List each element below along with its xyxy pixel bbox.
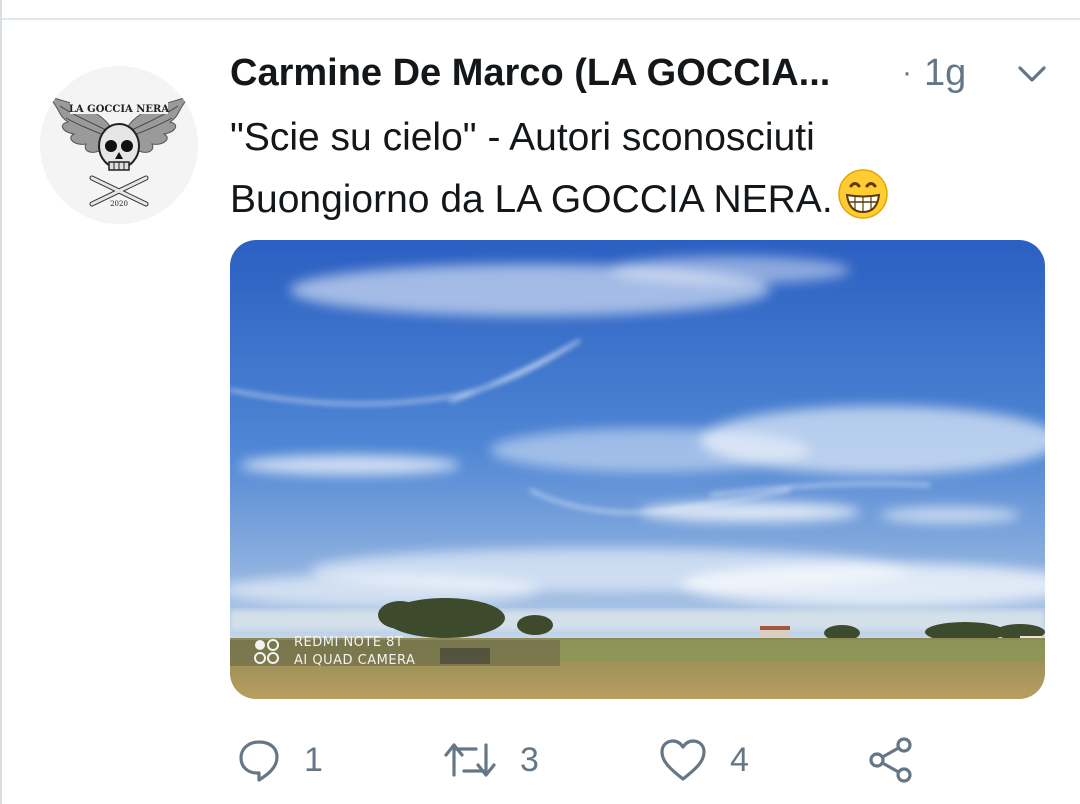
camera-logo-icon bbox=[254, 639, 279, 664]
share-icon bbox=[869, 737, 912, 783]
avatar[interactable]: LA GOCCIA NERA 2020 bbox=[40, 66, 198, 224]
heart-icon bbox=[660, 739, 706, 781]
top-divider bbox=[0, 18, 1080, 20]
separator-dot: · bbox=[902, 56, 912, 89]
reply-button[interactable]: 1 bbox=[236, 730, 323, 790]
avatar-banner-text: LA GOCCIA NERA bbox=[69, 104, 169, 115]
reply-icon bbox=[239, 740, 279, 782]
like-count: 4 bbox=[730, 740, 749, 779]
tweet-text: "Scie su cielo" - Autori sconosciuti Buo… bbox=[230, 108, 1050, 230]
sky-photo bbox=[230, 240, 1045, 699]
avatar-year: 2020 bbox=[110, 200, 128, 208]
winged-skull-logo-icon: LA GOCCIA NERA 2020 bbox=[47, 95, 191, 208]
reply-count: 1 bbox=[304, 740, 323, 779]
like-button[interactable]: 4 bbox=[658, 730, 749, 790]
watermark-line-1: REDMI NOTE 8T bbox=[294, 635, 404, 650]
tweet-text-line-1: "Scie su cielo" - Autori sconosciuti bbox=[230, 116, 815, 159]
tweet-header: Carmine De Marco (LA GOCCIA... · 1g bbox=[230, 52, 1060, 102]
tweet-actions: 1 3 4 bbox=[230, 730, 1050, 790]
retweet-count: 3 bbox=[520, 740, 539, 779]
tweet-text-line-2: Buongiorno da LA GOCCIA NERA. bbox=[230, 168, 1050, 230]
chevron-down-icon[interactable] bbox=[1016, 62, 1048, 86]
retweet-button[interactable]: 3 bbox=[442, 730, 539, 790]
share-button[interactable] bbox=[866, 730, 916, 790]
retweet-icon bbox=[444, 743, 496, 777]
author-display-name[interactable]: Carmine De Marco (LA GOCCIA... bbox=[230, 52, 830, 95]
watermark-line-2: AI QUAD CAMERA bbox=[294, 653, 416, 668]
tweet-photo[interactable]: REDMI NOTE 8T AI QUAD CAMERA bbox=[230, 240, 1045, 699]
timestamp[interactable]: 1g bbox=[924, 52, 966, 95]
tweet-text-line-2-text: Buongiorno da LA GOCCIA NERA. bbox=[230, 178, 833, 221]
grinning-face-emoji-icon bbox=[837, 169, 888, 219]
left-edge bbox=[0, 0, 2, 804]
